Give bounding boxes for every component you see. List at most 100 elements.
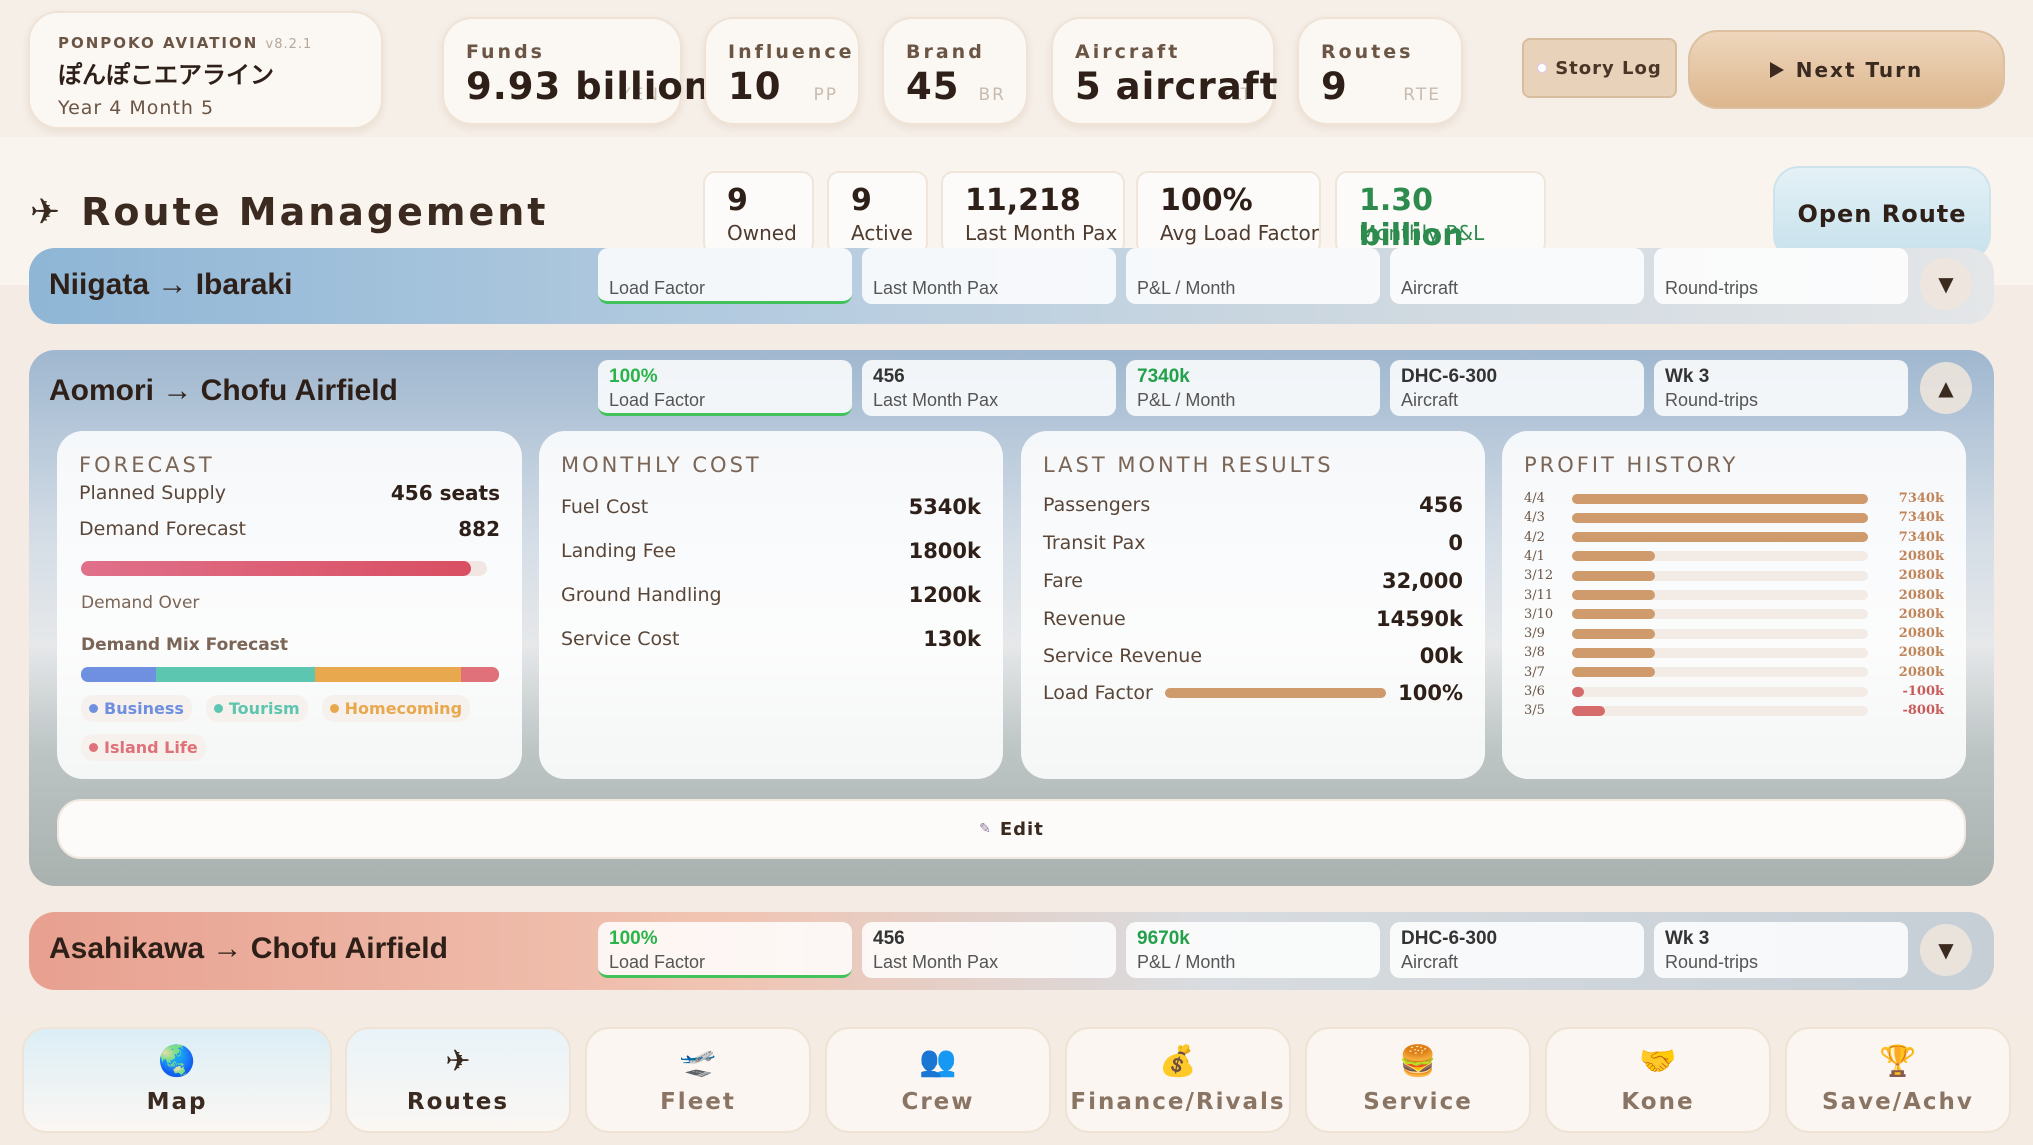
routes-value: 9 — [1321, 65, 1348, 108]
planned-supply: 456 seats — [390, 481, 500, 505]
profit-history-row: 3/8 2080k — [1524, 643, 1944, 662]
demand-mix-segment — [81, 667, 157, 682]
chip-aircraft: Aircraft — [1390, 248, 1644, 304]
profit-bar — [1572, 647, 1655, 658]
legend-dot-icon — [329, 704, 339, 713]
demand-mix-legend-item: Business — [81, 695, 192, 722]
profit-bar — [1572, 628, 1655, 639]
edit-button[interactable]: ✎ Edit — [57, 799, 1966, 859]
people-icon: 👥 — [919, 1044, 957, 1079]
company-name: PONPOKO AVIATION — [58, 34, 259, 52]
tab-crew[interactable]: 👥 Crew — [825, 1027, 1051, 1133]
profit-bar-track — [1572, 628, 1868, 639]
profit-value-label: 7340k — [1898, 529, 1944, 545]
chip-aircraft: DHC-6-300 Aircraft — [1390, 360, 1644, 416]
aircraft-value: 5 aircraft — [1075, 65, 1279, 108]
chip-last-month-pax: 456 Last Month Pax — [862, 922, 1116, 978]
profit-history-row: 4/3 7340k — [1524, 508, 1944, 527]
tab-routes[interactable]: ✈ Routes — [345, 1027, 571, 1133]
profit-bar-track — [1572, 570, 1868, 581]
tab-fleet[interactable]: 🛫 Fleet — [585, 1027, 811, 1133]
monthly-cost-panel: MONTHLY COST Fuel Cost 5340k Landing Fee 1… — [539, 431, 1003, 779]
demand-mix-title: Demand Mix Forecast — [81, 635, 288, 655]
company-name-jp: ぽんぽこエアライン — [58, 61, 274, 89]
next-turn-button[interactable]: Next Turn — [1688, 30, 2005, 109]
chip-last-month-pax: Last Month Pax — [862, 248, 1116, 304]
legend-dot-icon — [89, 743, 98, 752]
expand-toggle[interactable]: ▼ — [1920, 924, 1972, 976]
profit-bar-track — [1572, 705, 1868, 716]
tab-map[interactable]: 🌏 Map — [22, 1027, 332, 1133]
cost-row: Service Cost 130k — [561, 627, 981, 651]
profit-history-row: 4/2 7340k — [1524, 528, 1944, 547]
profit-period-label: 3/11 — [1524, 587, 1554, 603]
expand-toggle[interactable]: ▼ — [1920, 258, 1972, 310]
route-card[interactable]: Asahikawa → Chofu Airfield 100% Load Fac… — [29, 912, 1994, 990]
profit-bar-track — [1572, 512, 1868, 523]
legend-dot-icon — [89, 704, 98, 713]
globe-icon: 🌏 — [158, 1044, 196, 1079]
tab-finance-rivals[interactable]: 💰 Finance/Rivals — [1065, 1027, 1291, 1133]
profit-period-label: 4/3 — [1524, 510, 1545, 526]
profit-bar-track — [1572, 551, 1868, 562]
demand-forecast: 882 — [458, 517, 500, 541]
money-bag-icon: 💰 — [1159, 1044, 1197, 1079]
profit-bar — [1572, 532, 1868, 543]
chip-round-trips: Wk 3 Round-trips — [1654, 360, 1908, 416]
tab-kone[interactable]: 🤝 Kone — [1545, 1027, 1771, 1133]
tab-save-achv[interactable]: 🏆 Save/Achv — [1785, 1027, 2011, 1133]
result-row: Transit Pax 0 — [1043, 531, 1463, 555]
summary-pax: 11,218 Last Month Pax — [941, 171, 1125, 255]
demand-bar-fill — [81, 561, 471, 576]
trophy-icon: 🏆 — [1879, 1044, 1917, 1079]
demand-mix-legend-item: Island Life — [81, 734, 206, 761]
profit-period-label: 3/6 — [1524, 684, 1545, 699]
profit-period-label: 4/1 — [1524, 548, 1545, 564]
last-month-results-panel: LAST MONTH RESULTS Passengers 456 Transit… — [1021, 431, 1485, 779]
summary-owned: 9 Owned — [703, 171, 814, 255]
legend-dot-icon — [213, 704, 223, 713]
load-factor-bar — [1164, 688, 1387, 698]
route-name: Aomori → Chofu Airfield — [49, 374, 398, 407]
story-log-button[interactable]: Story Log — [1522, 38, 1677, 98]
profit-value-label: 2080k — [1898, 548, 1944, 564]
profit-value-label: 7340k — [1898, 491, 1944, 506]
influence-value: 10 — [728, 65, 782, 108]
book-icon — [1537, 63, 1548, 73]
profit-bar-track — [1572, 609, 1868, 620]
tab-service[interactable]: 🍔 Service — [1305, 1027, 1531, 1133]
load-factor-row: Load Factor 100% — [1043, 681, 1463, 705]
profit-bar — [1572, 590, 1655, 600]
profit-history-row: 3/6 -100k — [1524, 682, 1944, 701]
profit-value-label: -800k — [1902, 703, 1944, 719]
result-row: Passengers 456 — [1043, 493, 1463, 517]
airplane-icon: ✈ — [30, 191, 64, 233]
collapse-toggle[interactable]: ▲ — [1920, 362, 1972, 414]
load-factor-bar-fill — [1164, 688, 1387, 698]
profit-value-label: 2080k — [1898, 626, 1944, 642]
profit-history-row: 3/7 2080k — [1524, 663, 1944, 682]
stat-brand: Brand BR 45 — [882, 17, 1028, 125]
chip-pl-month: 7340k P&L / Month — [1126, 360, 1380, 416]
profit-history-panel: PROFIT HISTORY 4/4 7340k 4/3 7340k 4/2 7340k 4… — [1502, 431, 1966, 779]
profit-history-row: 3/9 2080k — [1524, 624, 1944, 643]
cost-row: Landing Fee 1800k — [561, 539, 981, 563]
demand-mix-segment — [156, 667, 316, 682]
profit-value-label: 2080k — [1898, 568, 1944, 584]
route-card[interactable]: Niigata → Ibaraki Load Factor Last Month… — [29, 248, 1994, 324]
profit-history-row: 3/11 2080k — [1524, 586, 1944, 605]
profit-period-label: 3/12 — [1524, 568, 1554, 584]
stat-aircraft: Aircraft FLT 5 aircraft — [1051, 17, 1279, 125]
result-row: Fare 32,000 — [1043, 569, 1463, 593]
burger-icon: 🍔 — [1399, 1044, 1437, 1079]
open-route-button[interactable]: Open Route — [1773, 166, 1991, 261]
profit-history-row: 3/10 2080k — [1524, 605, 1944, 624]
profit-history-row: 3/12 2080k — [1524, 566, 1944, 585]
profit-bar — [1572, 493, 1868, 504]
profit-bar — [1572, 667, 1655, 678]
chip-aircraft: DHC-6-300 Aircraft — [1390, 922, 1644, 978]
cost-row: Fuel Cost 5340k — [561, 495, 981, 519]
chip-last-month-pax: 456 Last Month Pax — [862, 360, 1116, 416]
profit-period-label: 4/2 — [1524, 529, 1545, 545]
chip-load-factor: 100% Load Factor — [598, 360, 852, 416]
